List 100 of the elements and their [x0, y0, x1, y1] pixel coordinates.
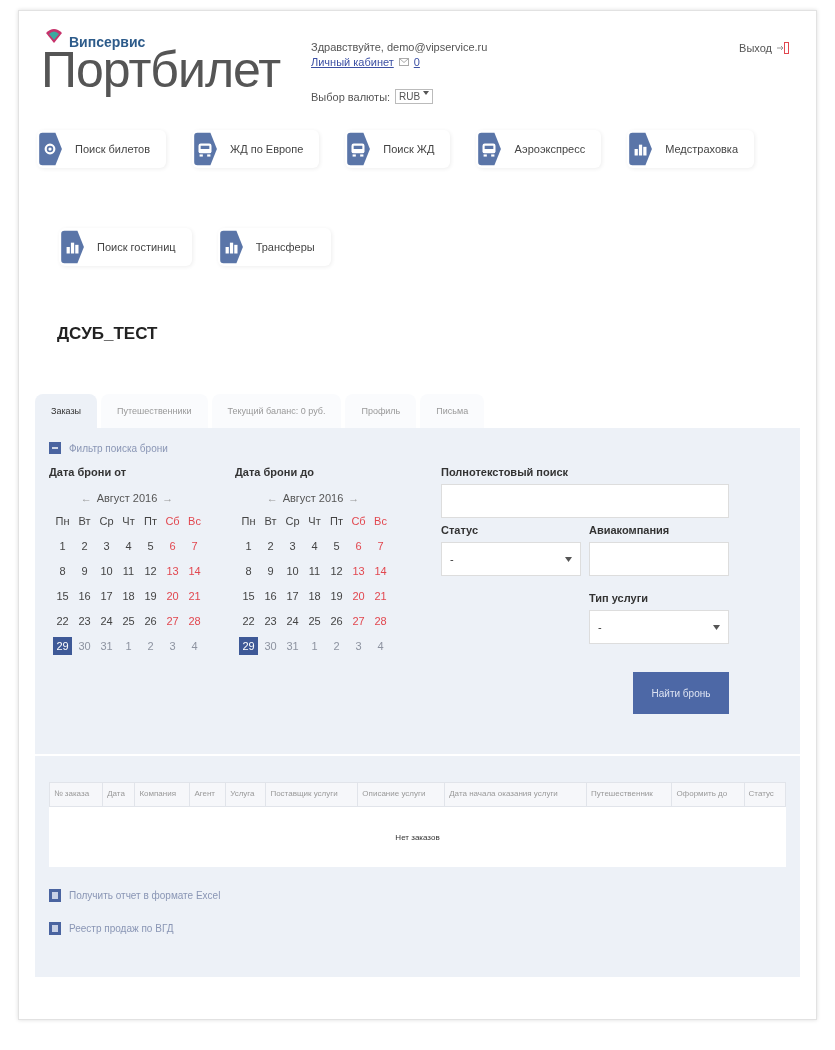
nav-button[interactable]: Поиск ЖД [345, 130, 451, 168]
envelope-icon[interactable] [398, 58, 409, 66]
calendar-day[interactable]: 3 [97, 537, 116, 555]
calendar-day[interactable]: 15 [239, 587, 258, 605]
calendar-day[interactable]: 1 [239, 537, 258, 555]
weekday-label: Пт [143, 514, 158, 529]
calendar-day[interactable]: 1 [53, 537, 72, 555]
calendar-day[interactable]: 9 [261, 562, 280, 580]
calendar-day[interactable]: 26 [141, 612, 160, 630]
calendar-day[interactable]: 18 [119, 587, 138, 605]
calendar-day[interactable]: 6 [163, 537, 182, 555]
calendar-day[interactable]: 13 [163, 562, 182, 580]
caret-icon [423, 91, 430, 95]
calendar-day[interactable]: 22 [239, 612, 258, 630]
calendar-day[interactable]: 27 [163, 612, 182, 630]
account-link[interactable]: Личный кабинет [311, 56, 394, 68]
nav-button[interactable]: Поиск гостиниц [59, 228, 192, 266]
airline-field[interactable] [589, 542, 729, 576]
calendar-day[interactable]: 14 [185, 562, 204, 580]
calendar-day[interactable]: 16 [75, 587, 94, 605]
collapse-icon[interactable] [49, 442, 61, 454]
column-header: Дата начала оказания услуги [444, 782, 587, 807]
calendar-day[interactable]: 7 [371, 537, 390, 555]
empty-message: Нет заказов [49, 806, 786, 867]
column-header: Компания [134, 782, 190, 807]
calendar-day[interactable]: 29 [239, 637, 258, 655]
calendar-day[interactable]: 2 [261, 537, 280, 555]
weekday-label: Вт [263, 514, 278, 529]
nav-button[interactable]: Поиск билетов [37, 130, 167, 168]
calendar-day[interactable]: 24 [283, 612, 302, 630]
nav-button[interactable]: Медстраховка [627, 130, 755, 168]
calendar-day[interactable]: 27 [349, 612, 368, 630]
calendar-day[interactable]: 21 [371, 587, 390, 605]
calendar-day[interactable]: 18 [305, 587, 324, 605]
calendar-day[interactable]: 16 [261, 587, 280, 605]
calendar-day[interactable]: 28 [185, 612, 204, 630]
logout-link[interactable]: Выход [739, 42, 772, 54]
calendar-day[interactable]: 5 [327, 537, 346, 555]
weekday-label: Пн [54, 514, 71, 529]
tab[interactable]: Заказы [35, 394, 98, 428]
message-count[interactable]: 0 [413, 56, 420, 68]
calendar-day[interactable]: 26 [327, 612, 346, 630]
exit-icon[interactable] [776, 41, 790, 55]
train-icon [345, 132, 372, 166]
column-header: Оформить до [671, 782, 745, 807]
calendar-day[interactable]: 17 [283, 587, 302, 605]
calendar-day[interactable]: 4 [305, 537, 324, 555]
calendar-day[interactable]: 8 [53, 562, 72, 580]
calendar-day[interactable]: 8 [239, 562, 258, 580]
calendar-day[interactable]: 20 [349, 587, 368, 605]
chart-icon [627, 132, 654, 166]
calendar-day[interactable]: 5 [141, 537, 160, 555]
nav-button[interactable]: ЖД по Европе [192, 130, 320, 168]
calendar-day[interactable]: 11 [119, 562, 138, 580]
currency-select[interactable]: RUB [395, 89, 434, 104]
calendar-day[interactable]: 6 [349, 537, 368, 555]
calendar-day[interactable]: 25 [119, 612, 138, 630]
calendar-day[interactable]: 15 [53, 587, 72, 605]
calendar-day[interactable]: 21 [185, 587, 204, 605]
nav-button[interactable]: Аэроэкспресс [476, 130, 602, 168]
calendar-day[interactable]: 4 [119, 537, 138, 555]
calendar-day[interactable]: 14 [371, 562, 390, 580]
calendar-day[interactable]: 12 [327, 562, 346, 580]
calendar-day[interactable]: 19 [141, 587, 160, 605]
gear-icon [37, 132, 63, 166]
field-label: Полнотекстовый поиск [441, 466, 570, 478]
service-type-select[interactable]: - [589, 610, 729, 644]
weekday-label: Вс [187, 514, 202, 529]
weekday-label: Вс [373, 514, 388, 529]
calendar-day[interactable]: 12 [141, 562, 160, 580]
nav-button[interactable]: Трансферы [217, 228, 331, 266]
calendar-day[interactable]: 28 [371, 612, 390, 630]
calendar-day[interactable]: 20 [163, 587, 182, 605]
search-field[interactable] [441, 484, 729, 518]
find-booking-button[interactable]: Найти бронь [633, 672, 729, 714]
column-header: Описание услуги [357, 782, 445, 807]
calendar-day[interactable]: 19 [327, 587, 346, 605]
weekday-label: Чт [307, 514, 322, 529]
calendar-day[interactable]: 23 [75, 612, 94, 630]
document-icon [49, 922, 61, 935]
calendar-day[interactable]: 23 [261, 612, 280, 630]
train-icon [476, 132, 503, 166]
calendar-day[interactable]: 25 [305, 612, 324, 630]
calendar-day[interactable]: 3 [283, 537, 302, 555]
calendar-day[interactable]: 11 [305, 562, 324, 580]
column-header: Дата [102, 782, 135, 807]
calendar-day[interactable]: 7 [185, 537, 204, 555]
calendar-day[interactable]: 29 [53, 637, 72, 655]
calendar-day[interactable]: 22 [53, 612, 72, 630]
weekday-label: Пн [240, 514, 257, 529]
calendar-day[interactable]: 13 [349, 562, 368, 580]
calendar-day[interactable]: 9 [75, 562, 94, 580]
company-title: ДСУБ_ТЕСТ [57, 324, 159, 344]
calendar-day[interactable]: 24 [97, 612, 116, 630]
calendar-day[interactable]: 2 [75, 537, 94, 555]
calendar-day[interactable]: 10 [97, 562, 116, 580]
weekday-label: Ср [284, 514, 301, 529]
calendar-day[interactable]: 10 [283, 562, 302, 580]
status-select[interactable]: - [441, 542, 581, 576]
calendar-day[interactable]: 17 [97, 587, 116, 605]
